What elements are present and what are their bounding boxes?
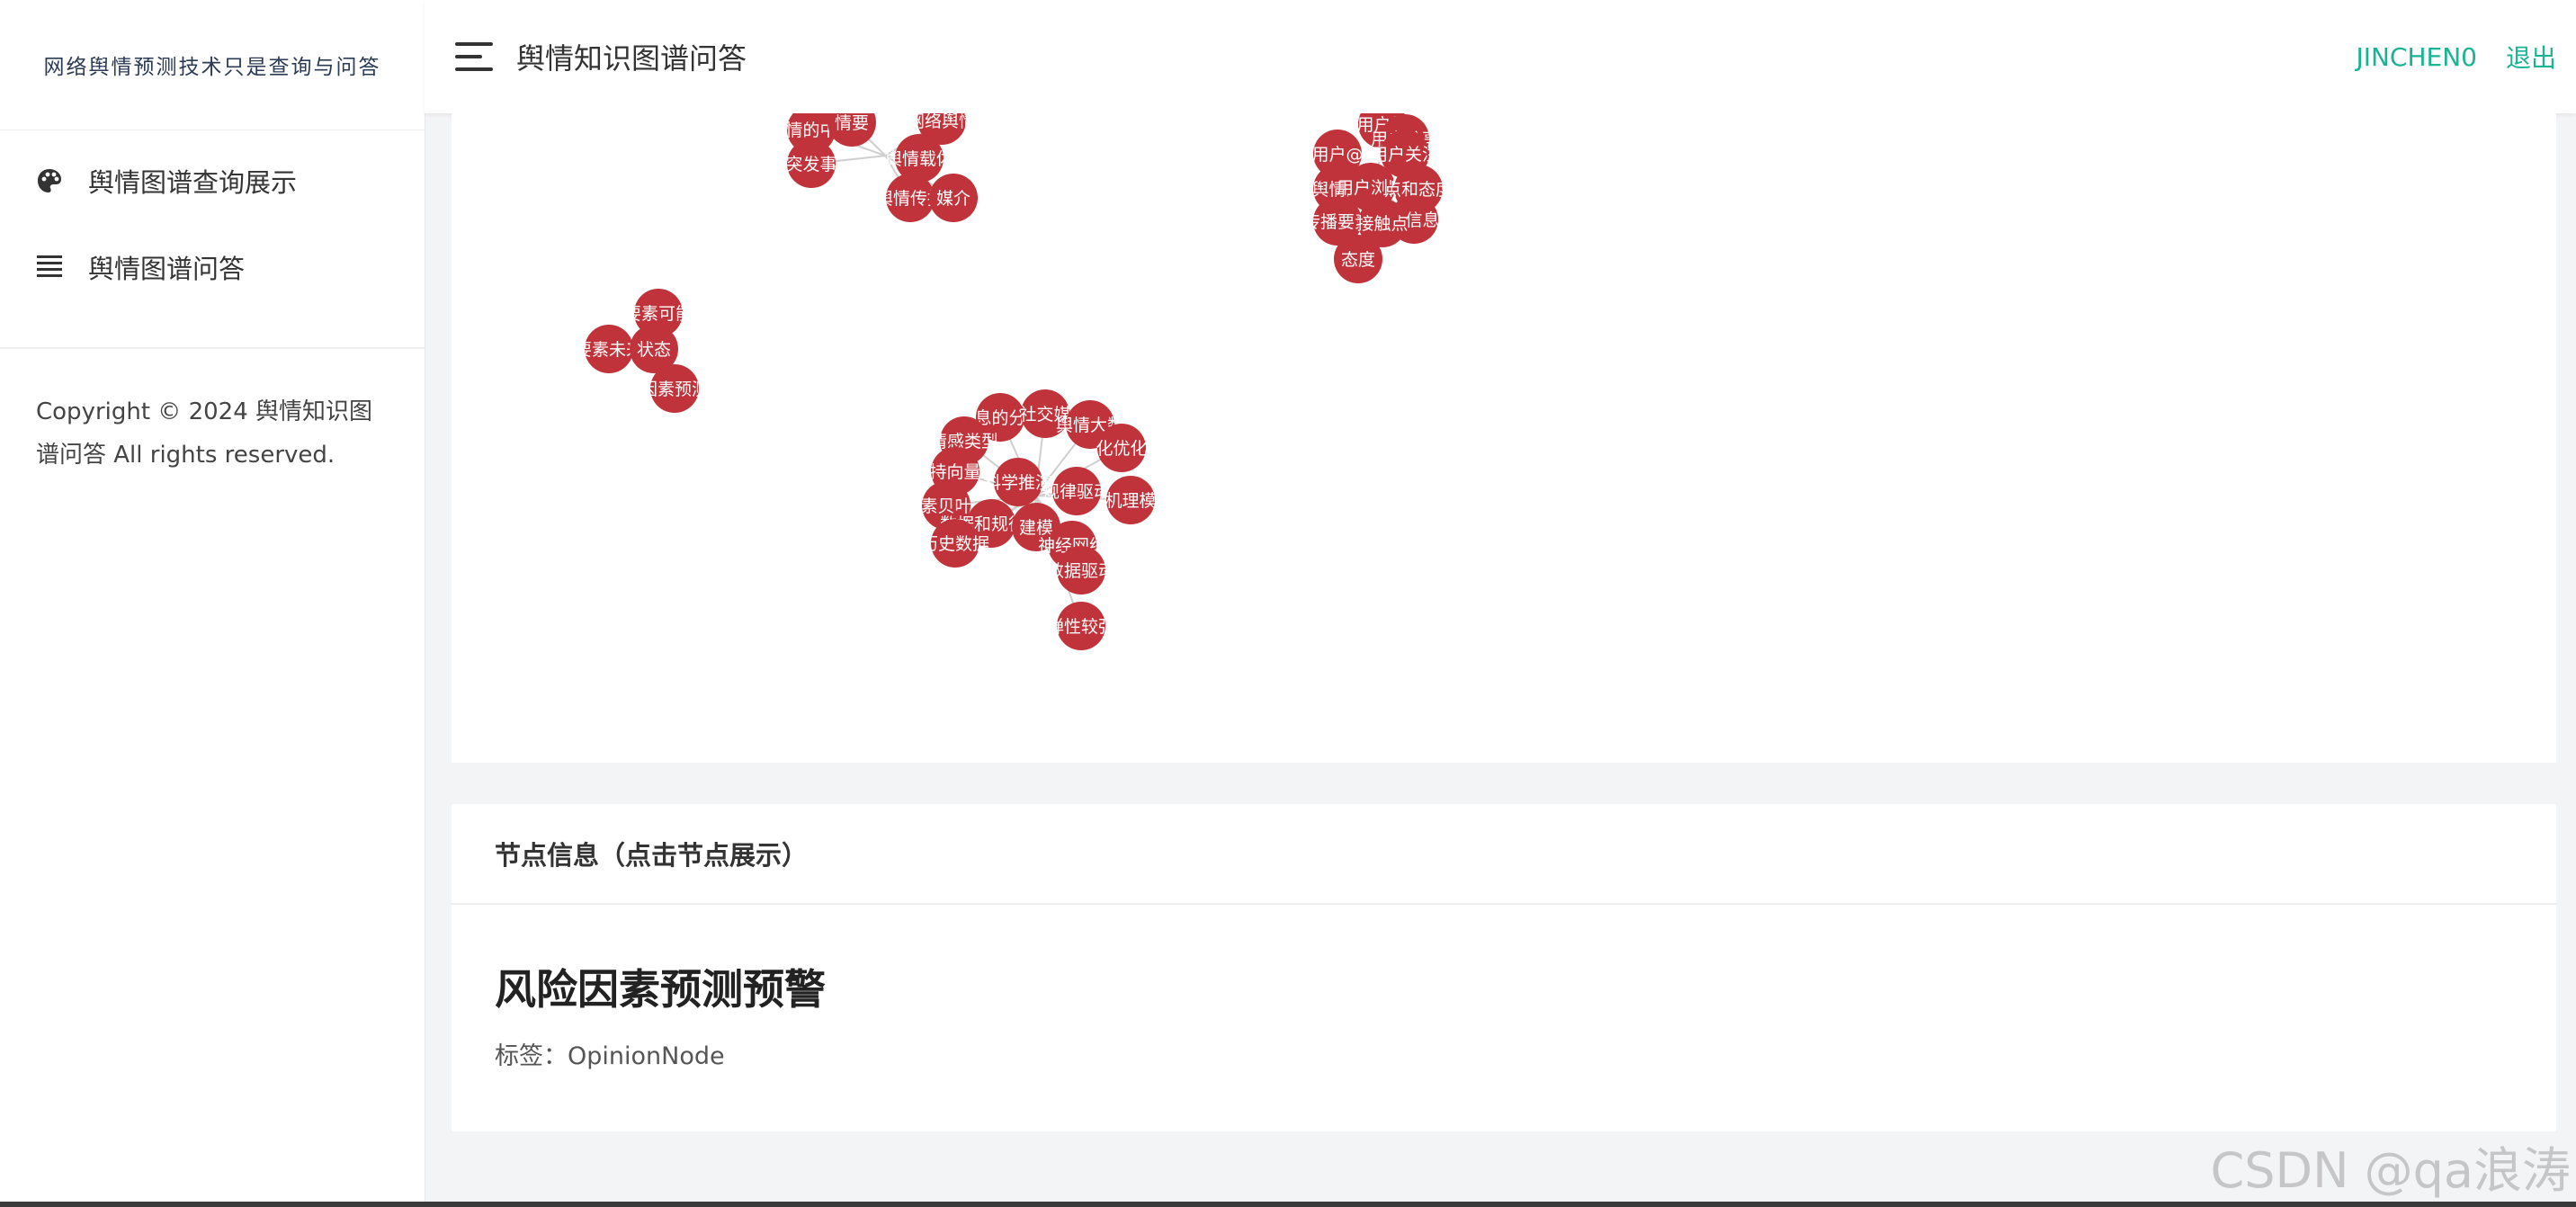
sidebar-item-graph-qa[interactable]: 舆情图谱问答 — [0, 224, 425, 310]
graph-node-label: 因素预测 — [640, 380, 709, 399]
copyright-text: Copyright © 2024 舆情知识图 谱问答 All rights re… — [36, 390, 396, 477]
graph-node-label: 媒介 — [936, 189, 970, 209]
copyright-line: Copyright © 2024 舆情知识图 — [36, 398, 373, 425]
knowledge-graph-panel[interactable]: 舆情的中介情要网络舆情突发事舆情载体舆情传播媒介用户转用户分享用户@用户关注舆情… — [452, 113, 2556, 763]
graph-node-label: 用户@ — [1311, 145, 1363, 165]
user-name-link[interactable]: JINCHEN0 — [2356, 42, 2477, 72]
node-info-header: 节点信息（点击节点展示） — [452, 804, 2556, 905]
graph-node[interactable]: 弹性较强 — [1047, 602, 1115, 650]
list-icon — [34, 252, 65, 282]
graph-node[interactable]: 突发事 — [785, 139, 837, 188]
graph-node-label: 网络舆情 — [908, 113, 976, 131]
graph-node-label: 舆情载体 — [885, 149, 953, 169]
top-header: 舆情知识图谱问答 JINCHEN0 退出 — [425, 0, 2576, 113]
graph-node-label: 素贝叶 — [920, 496, 971, 516]
brand-title: 网络舆情预测技术只是查询与问答 — [0, 0, 425, 130]
graph-node-label: 用户关注 — [1371, 145, 1439, 165]
knowledge-graph-canvas[interactable]: 舆情的中介情要网络舆情突发事舆情载体舆情传播媒介用户转用户分享用户@用户关注舆情… — [452, 113, 2556, 763]
sidebar-item-graph-query[interactable]: 舆情图谱查询展示 — [0, 138, 425, 224]
node-title: 风险因素预测预警 — [495, 965, 826, 1014]
sidebar-item-label: 舆情图谱查询展示 — [88, 167, 298, 198]
graph-node-label: 弹性较强 — [1047, 617, 1115, 637]
graph-node-label: 状态 — [637, 340, 671, 360]
graph-node-label: 情感类型 — [930, 432, 998, 452]
graph-node-label: 持向量 — [929, 462, 980, 482]
graph-node[interactable]: 机理模 — [1105, 476, 1157, 524]
graph-node-label: 规律驱动 — [1042, 482, 1111, 502]
graph-node-label: 突发事 — [785, 155, 836, 174]
copyright-line: 谱问答 All rights reserved. — [36, 442, 335, 469]
node-label: 标签：OpinionNode — [495, 1042, 725, 1070]
node-info-panel: 节点信息（点击节点展示） 风险因素预测预警 标签：OpinionNode — [452, 804, 2556, 1131]
graph-node-label: 化优化 — [1096, 439, 1147, 459]
graph-node-label: 数据驱动 — [1047, 561, 1115, 581]
sidebar-menu: 舆情图谱查询展示 舆情图谱问答 — [0, 130, 425, 310]
menu-toggle-icon[interactable] — [455, 42, 493, 71]
logout-link[interactable]: 退出 — [2506, 39, 2556, 75]
graph-node-label: 接触点 — [1356, 214, 1408, 234]
sidebar-divider — [0, 347, 425, 349]
graph-node[interactable]: 态度 — [1334, 235, 1382, 283]
graph-node-label: 要素可能 — [624, 304, 693, 324]
graph-node[interactable]: 媒介 — [929, 174, 978, 222]
page-title: 舆情知识图谱问答 — [516, 41, 747, 76]
graph-node-label: 情要 — [835, 113, 869, 133]
watermark: CSDN @qa浪涛 — [2210, 1142, 2572, 1199]
graph-node-label: 历史数据 — [921, 534, 989, 554]
graph-node-label: 建模 — [1019, 518, 1053, 538]
graph-node-label: 态度 — [1341, 250, 1375, 270]
graph-node-label: 机理模 — [1105, 491, 1156, 511]
graph-node[interactable]: 情要 — [827, 113, 876, 147]
window-bottom-edge — [0, 1202, 2576, 1207]
sidebar: 网络舆情预测技术只是查询与问答 舆情图谱查询展示 舆情图谱问答 Copyrigh… — [0, 0, 425, 1207]
sidebar-item-label: 舆情图谱问答 — [88, 254, 246, 284]
palette-icon — [34, 165, 65, 196]
